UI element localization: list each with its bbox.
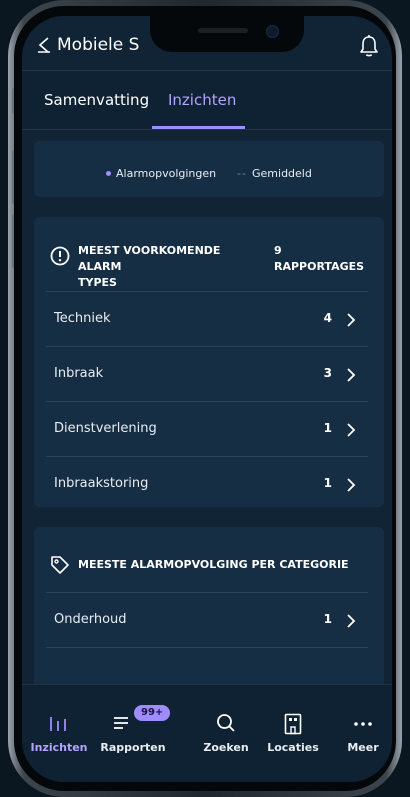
- row-count: 3: [323, 366, 332, 380]
- row-divider: [46, 647, 368, 648]
- search-icon: [217, 714, 235, 732]
- nav-inzichten[interactable]: Inzichten: [22, 685, 96, 765]
- chevron-right-icon: [347, 313, 356, 327]
- app-screen: Mobiele S Samenvatting Inzichten Alarmop…: [22, 16, 392, 782]
- app-title: Mobiele S: [57, 35, 140, 55]
- speaker: [198, 28, 248, 33]
- chevron-right-icon: [347, 614, 356, 628]
- nav-label: Rapporten: [100, 741, 166, 754]
- category-header: MEESTE ALARMOPVOLGING PER CATEGORIE: [34, 527, 384, 591]
- bell-icon[interactable]: [358, 34, 380, 58]
- notch: [150, 16, 304, 52]
- chevron-right-icon: [347, 368, 356, 382]
- row-count: 1: [323, 421, 332, 435]
- chevron-right-icon: [347, 478, 356, 492]
- tab-samenvatting[interactable]: Samenvatting: [44, 91, 149, 109]
- row-label: Inbraakstoring: [54, 476, 149, 491]
- report-count-value: 9: [274, 244, 282, 257]
- building-icon: [284, 713, 302, 735]
- alarm-type-row-dienstverlening[interactable]: Dienstverlening 1: [46, 401, 368, 456]
- bar-chart-icon: [50, 717, 66, 731]
- tab-bar: Samenvatting Inzichten: [22, 70, 392, 130]
- notification-badge: 99+: [134, 705, 171, 721]
- tab-inzichten[interactable]: Inzichten: [168, 91, 236, 109]
- bottom-navigation: Inzichten 99+ Rapporten Zoeken Locaties: [22, 684, 392, 782]
- dashed-line-icon: --: [237, 167, 247, 180]
- row-label: Techniek: [54, 311, 111, 326]
- main-content[interactable]: Alarmopvolgingen -- Gemiddeld MEEST VOOR…: [22, 129, 392, 684]
- nav-label: Zoeken: [203, 741, 249, 754]
- category-title: MEESTE ALARMOPVOLGING PER CATEGORIE: [78, 558, 349, 571]
- nav-label: Locaties: [267, 741, 319, 754]
- alert-circle-icon: [50, 246, 70, 266]
- report-count: 9 RAPPORTAGES: [274, 243, 374, 275]
- alarm-type-row-inbraakstoring[interactable]: Inbraakstoring 1: [46, 456, 368, 511]
- alarm-type-row-inbraak[interactable]: Inbraak 3: [46, 346, 368, 401]
- row-label: Onderhoud: [54, 612, 127, 627]
- chart-legend: Alarmopvolgingen -- Gemiddeld: [34, 141, 384, 197]
- legend-series-label: Alarmopvolgingen: [116, 167, 217, 180]
- camera: [266, 25, 279, 38]
- tag-icon: [51, 556, 69, 574]
- more-icon: [354, 722, 372, 726]
- nav-rapporten[interactable]: 99+ Rapporten: [96, 685, 171, 765]
- series-dot-icon: [106, 171, 111, 176]
- category-card: MEESTE ALARMOPVOLGING PER CATEGORIE Onde…: [34, 527, 384, 684]
- nav-locaties[interactable]: Locaties: [256, 685, 330, 765]
- alarm-types-title-line2: TYPES: [78, 276, 117, 289]
- category-row-onderhoud[interactable]: Onderhoud 1: [46, 592, 368, 647]
- alarm-types-card: MEEST VOORKOMENDE ALARM TYPES 9 RAPPORTA…: [34, 217, 384, 507]
- nav-zoeken[interactable]: Zoeken: [170, 685, 249, 765]
- legend-average-label: Gemiddeld: [252, 167, 312, 180]
- report-count-label: RAPPORTAGES: [274, 260, 365, 273]
- alarm-type-row-techniek[interactable]: Techniek 4: [46, 291, 368, 346]
- row-label: Dienstverlening: [54, 421, 157, 436]
- row-count: 1: [323, 476, 332, 490]
- nav-meer[interactable]: Meer: [326, 685, 392, 765]
- row-label: Inbraak: [54, 366, 104, 381]
- back-icon[interactable]: [36, 35, 52, 55]
- alarm-types-title-line1: MEEST VOORKOMENDE ALARM: [78, 244, 221, 273]
- chevron-right-icon: [347, 423, 356, 437]
- nav-label: Meer: [347, 741, 379, 754]
- nav-label: Inzichten: [30, 741, 88, 754]
- alarm-types-header: MEEST VOORKOMENDE ALARM TYPES 9 RAPPORTA…: [34, 217, 384, 291]
- row-count: 1: [323, 612, 332, 626]
- alarm-types-title: MEEST VOORKOMENDE ALARM TYPES: [78, 243, 258, 291]
- row-count: 4: [323, 311, 332, 325]
- list-icon: [114, 717, 128, 729]
